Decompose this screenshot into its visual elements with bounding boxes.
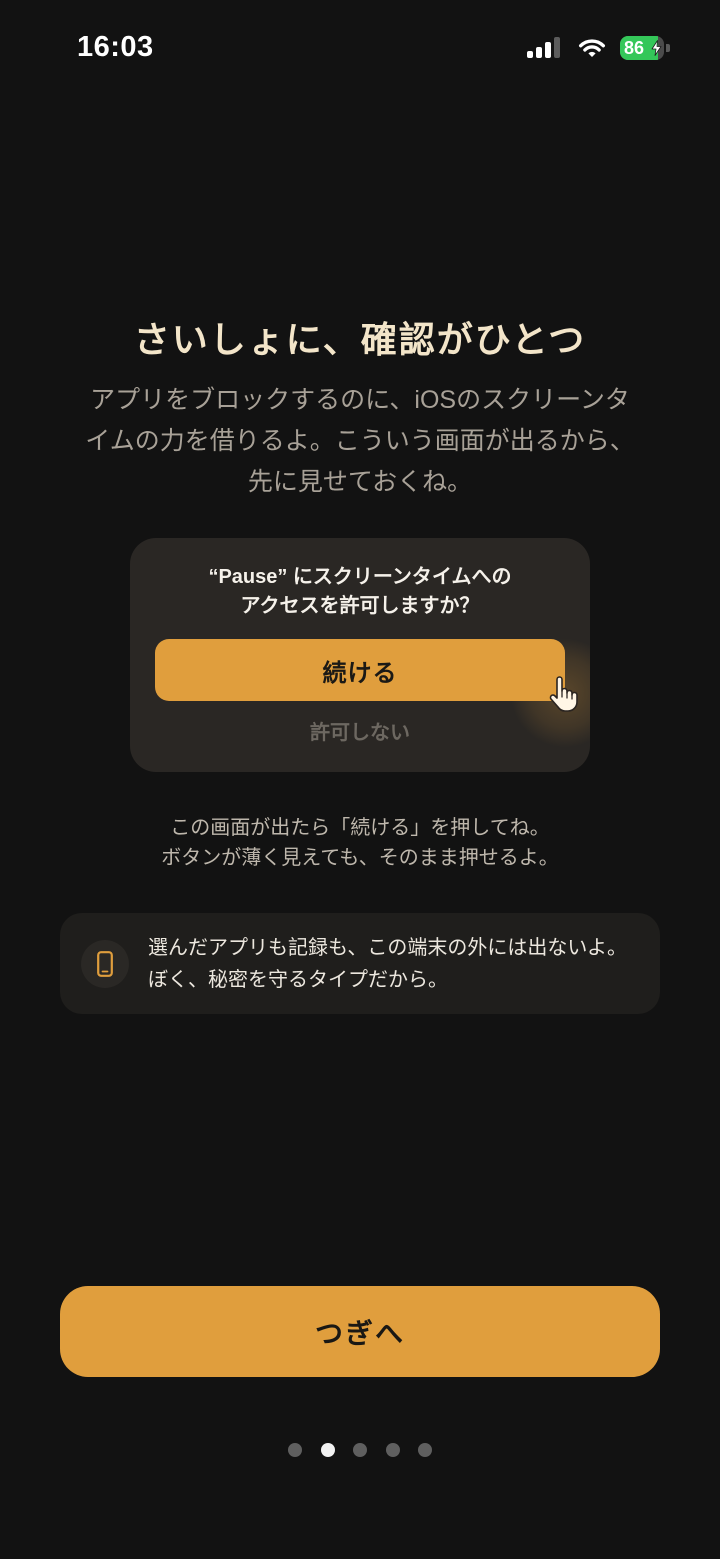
battery-body: 86 bbox=[620, 36, 664, 60]
page-dot bbox=[353, 1443, 367, 1457]
permission-dialog-preview: “Pause” にスクリーンタイムへの アクセスを許可しますか？ 続ける 許可し… bbox=[130, 538, 590, 772]
hand-pointer-icon bbox=[549, 676, 578, 712]
battery-level: 86 bbox=[624, 38, 645, 58]
battery-cap bbox=[666, 44, 670, 52]
page-indicator bbox=[0, 1443, 720, 1457]
privacy-note-line: 選んだアプリも記録も、この端末の外には出ないよ。 bbox=[148, 937, 627, 959]
signal-bar bbox=[545, 42, 551, 58]
charging-bolt-icon bbox=[651, 40, 662, 56]
wifi-icon bbox=[579, 39, 605, 57]
next-button-label: つぎへ bbox=[314, 1317, 405, 1349]
status-time: 16:03 bbox=[77, 31, 154, 63]
privacy-note-card: 選んだアプリも記録も、この端末の外には出ないよ。 ぼく、秘密を守るタイプだから。 bbox=[60, 913, 660, 1014]
privacy-note-text: 選んだアプリも記録も、この端末の外には出ないよ。 ぼく、秘密を守るタイプだから。 bbox=[148, 932, 650, 996]
description-line: イムの力を借りるよ。こういう画面が出るから、 bbox=[85, 427, 635, 455]
preview-continue-label: 続ける bbox=[322, 659, 398, 687]
signal-bar bbox=[554, 37, 560, 58]
dialog-message-line: アクセスを許可しますか？ bbox=[240, 595, 480, 617]
preview-deny-label: 許可しない bbox=[310, 722, 410, 744]
next-button[interactable]: つぎへ bbox=[60, 1286, 660, 1377]
page-dot bbox=[385, 1443, 400, 1457]
page-dot bbox=[418, 1443, 432, 1457]
smartphone-icon bbox=[81, 940, 129, 988]
page-title: さいしょに、確認がひとつ bbox=[133, 319, 587, 360]
instruction-hint: この画面が出たら「続ける」を押してね。 ボタンが薄く見えても、そのまま押せるよ。 bbox=[60, 813, 660, 873]
battery-icon: 86 bbox=[620, 36, 670, 60]
dialog-message-line: “Pause” にスクリーンタイムへの bbox=[208, 566, 512, 588]
page-dot bbox=[288, 1443, 302, 1457]
preview-continue-button: 続ける bbox=[155, 639, 565, 701]
description-line: アプリをブロックするのに、iOSのスクリーンタ bbox=[90, 386, 630, 414]
description-line: 先に見せておくね。 bbox=[247, 468, 473, 496]
cellular-signal-icon bbox=[527, 37, 561, 58]
page-description: アプリをブロックするのに、iOSのスクリーンタ イムの力を借りるよ。こういう画面… bbox=[50, 380, 670, 503]
dialog-message: “Pause” にスクリーンタイムへの アクセスを許可しますか？ bbox=[130, 563, 590, 621]
hint-line: この画面が出たら「続ける」を押してね。 bbox=[170, 817, 550, 839]
privacy-note-line: ぼく、秘密を守るタイプだから。 bbox=[148, 969, 448, 991]
page-dot-active bbox=[320, 1443, 335, 1457]
signal-bar bbox=[527, 51, 533, 58]
onboarding-screen: 16:03 86 さいしょに、確認がひとつ アプリをブロックするのに、iOSのス… bbox=[0, 0, 720, 1559]
hint-line: ボタンが薄く見えても、そのまま押せるよ。 bbox=[161, 847, 559, 869]
signal-bar bbox=[536, 47, 542, 58]
